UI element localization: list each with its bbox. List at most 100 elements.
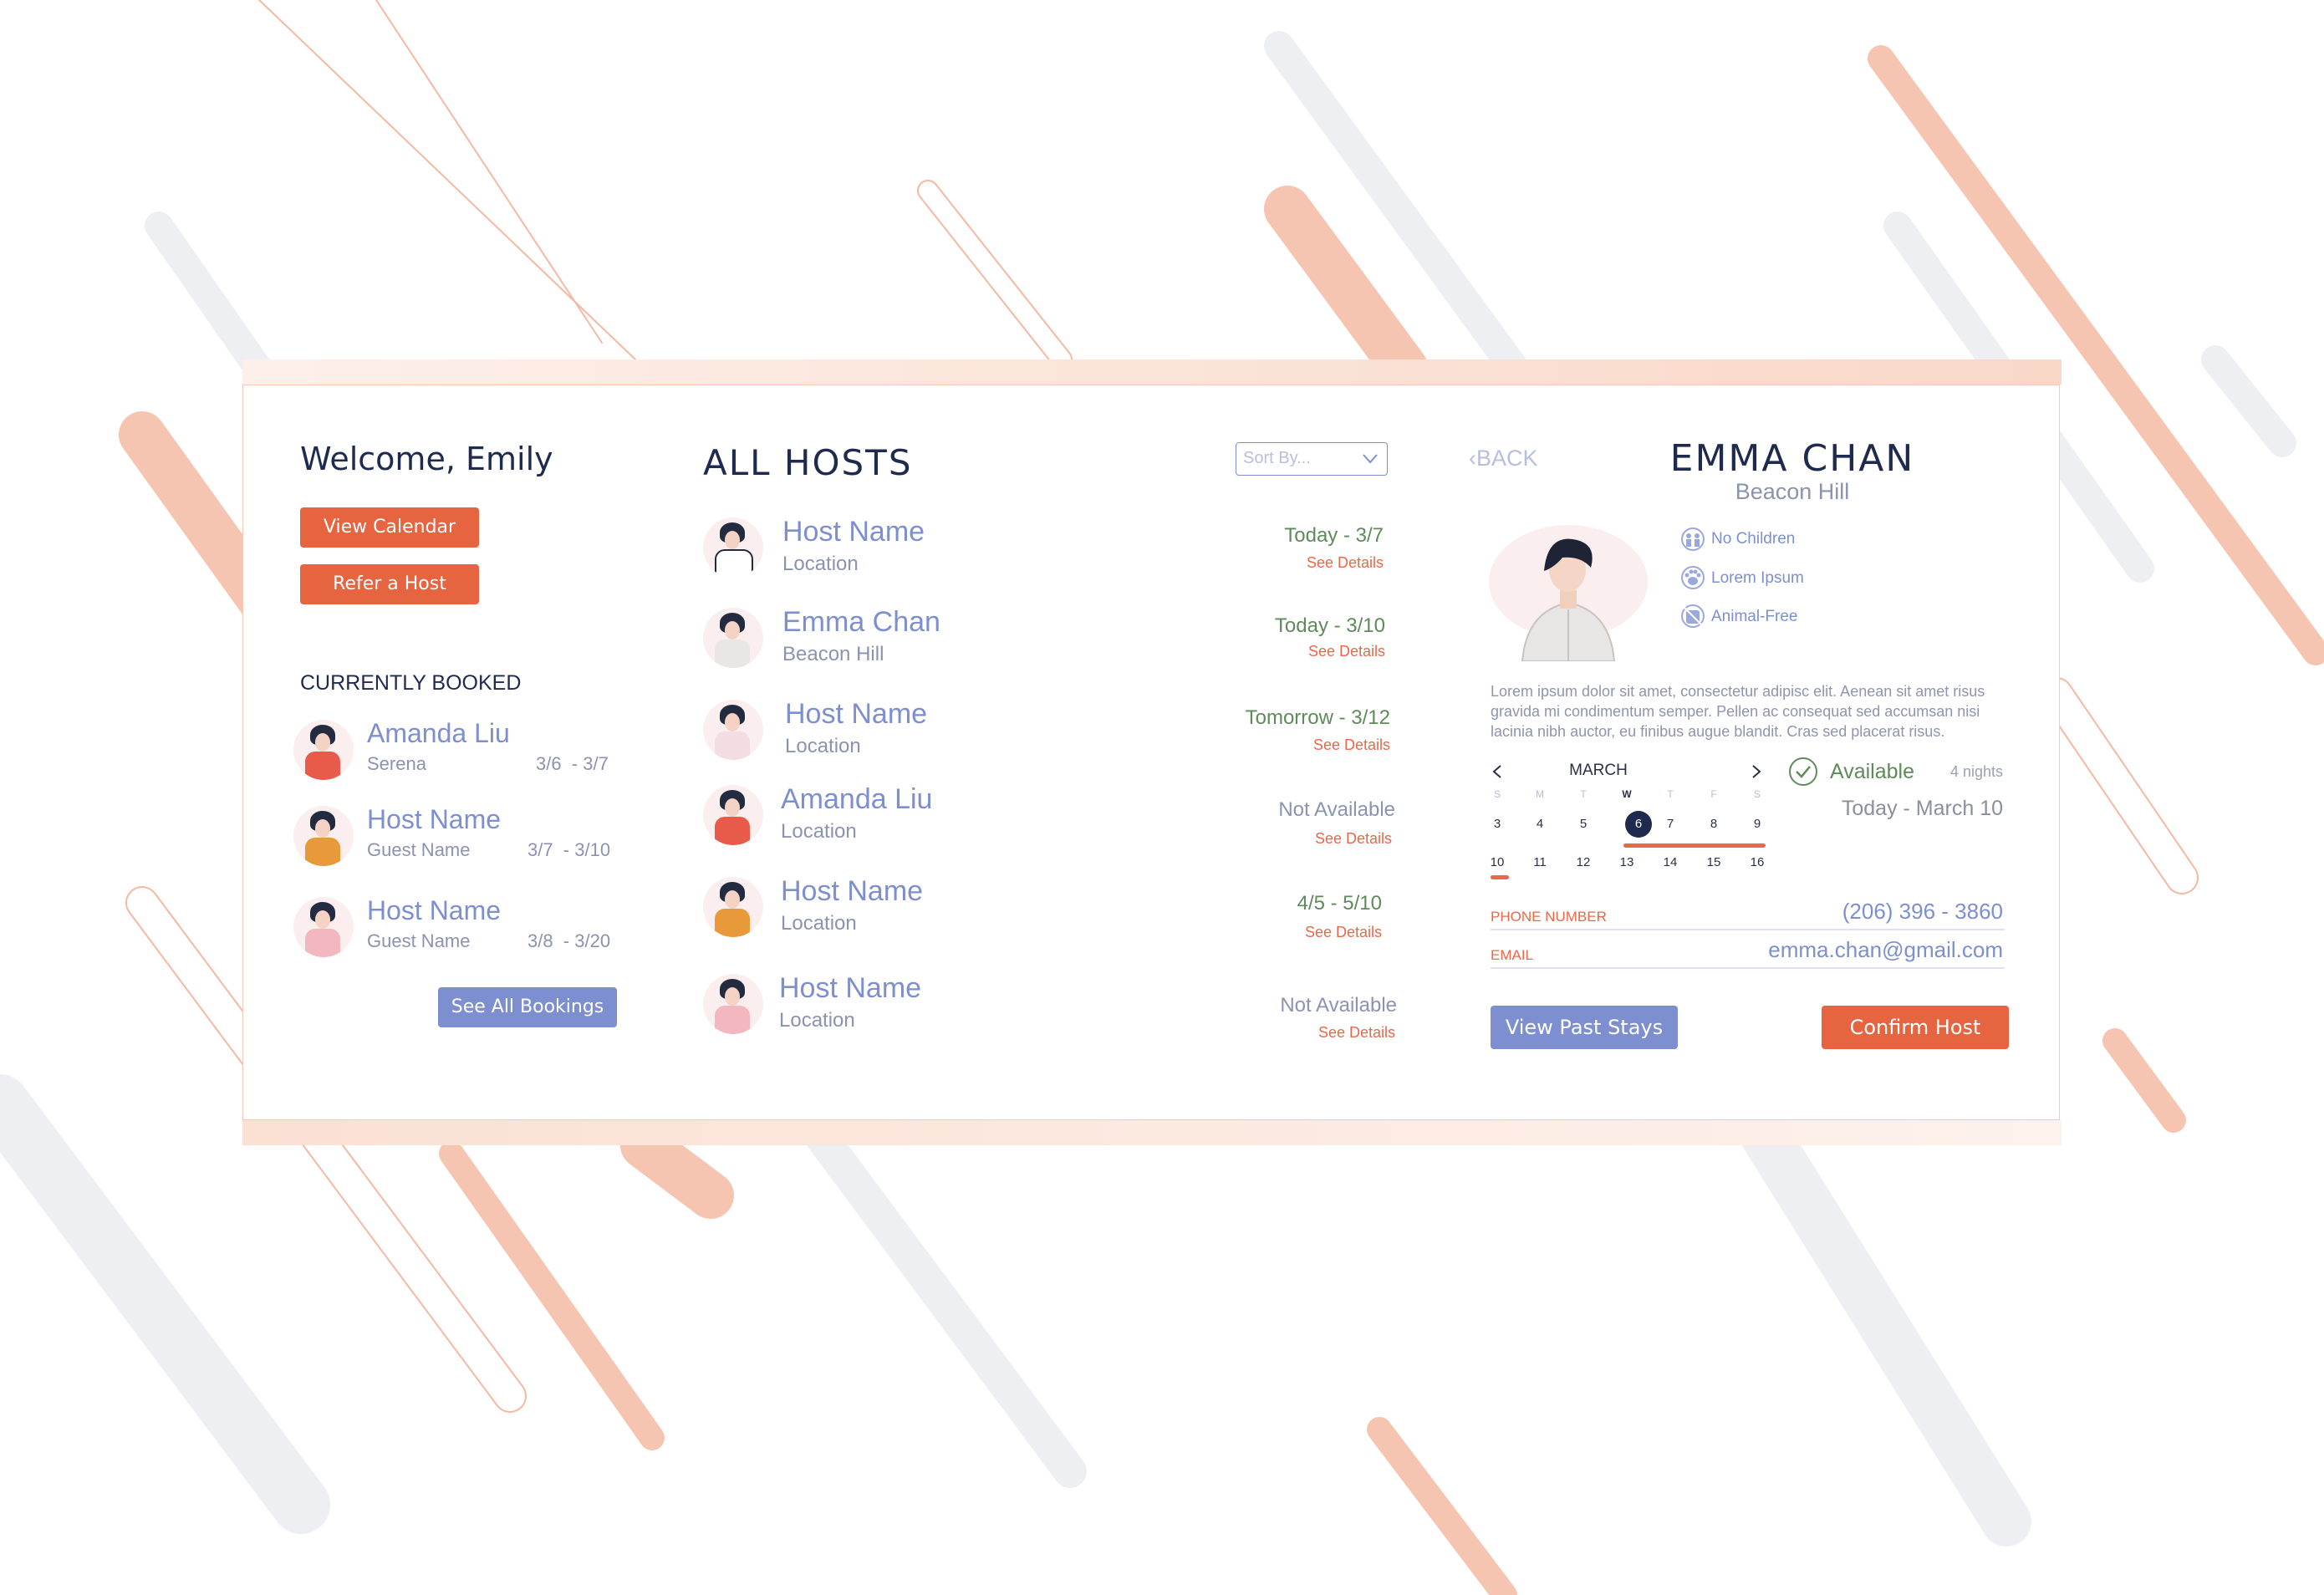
dashboard-panel: Welcome, Emily View Calendar Refer a Hos… xyxy=(242,359,2062,1145)
host-availability: 4/5 - 5/10 xyxy=(1297,892,1382,915)
avatar xyxy=(703,700,763,760)
calendar-weekday: M xyxy=(1536,788,1544,800)
confirm-host-button[interactable]: Confirm Host xyxy=(1822,1006,2009,1049)
host-name: Host Name xyxy=(781,875,924,907)
email-divider xyxy=(1491,967,2005,969)
availability-status: Available xyxy=(1830,760,1915,783)
booking-host-name: Host Name xyxy=(367,895,502,925)
email-label: EMAIL xyxy=(1491,947,1534,963)
host-bio: Lorem ipsum dolor sit amet, consectetur … xyxy=(1491,683,1985,740)
welcome-heading: Welcome, Emily xyxy=(300,441,553,477)
nights-count: 4 nights xyxy=(1949,763,2003,780)
calendar-month: MARCH xyxy=(1569,762,1628,779)
see-details-link[interactable]: See Details xyxy=(1305,924,1382,941)
host-location: Location xyxy=(782,553,859,575)
see-details-link[interactable]: See Details xyxy=(1308,643,1385,660)
calendar-day[interactable]: 5 xyxy=(1569,817,1598,831)
calendar-weekday: S xyxy=(1753,788,1761,800)
calendar-weekday: F xyxy=(1710,788,1717,800)
panel-top-strip xyxy=(242,359,2062,385)
calendar-day[interactable]: 10 xyxy=(1483,855,1511,869)
avatar xyxy=(703,785,763,845)
sort-dropdown[interactable]: Sort By... xyxy=(1236,442,1388,476)
booking-dates: 3/7 - 3/10 xyxy=(527,839,611,860)
host-availability: Today - 3/10 xyxy=(1274,614,1385,637)
calendar-weekday: T xyxy=(1667,788,1674,800)
booking-dates: 3/8 - 3/20 xyxy=(527,930,611,951)
calendar-day-selected[interactable]: 6 xyxy=(1624,817,1653,831)
host-location: Location xyxy=(785,735,861,757)
no-animals-icon xyxy=(1681,604,1705,628)
tag-label: Lorem Ipsum xyxy=(1711,569,1804,587)
calendar-weekday: W xyxy=(1622,788,1632,800)
check-circle-icon xyxy=(1789,757,1817,786)
host-availability: Not Available xyxy=(1280,994,1397,1017)
calendar-day[interactable]: 7 xyxy=(1656,817,1684,831)
calendar-day[interactable]: 13 xyxy=(1613,855,1641,869)
host-name: Host Name xyxy=(779,972,922,1004)
avatar xyxy=(703,608,763,668)
host-location: Location xyxy=(779,1009,855,1032)
host-availability: Today - 3/7 xyxy=(1284,524,1384,547)
avatar xyxy=(293,897,354,957)
chevron-left-icon[interactable] xyxy=(1491,763,1504,780)
see-details-link[interactable]: See Details xyxy=(1318,1024,1395,1042)
email-value: emma.chan@gmail.com xyxy=(1768,937,2003,962)
host-location: Location xyxy=(781,820,857,843)
booking-dates: 3/6 - 3/7 xyxy=(536,753,609,774)
tag-label: No Children xyxy=(1711,530,1796,548)
calendar-weekday: S xyxy=(1493,788,1501,800)
host-portrait xyxy=(1489,525,1648,661)
see-details-link[interactable]: See Details xyxy=(1313,736,1390,754)
back-link[interactable]: ‹BACK xyxy=(1469,446,1538,471)
host-availability: Tomorrow - 3/12 xyxy=(1245,706,1390,729)
chevron-right-icon[interactable] xyxy=(1750,763,1763,780)
see-all-bookings-button[interactable]: See All Bookings xyxy=(438,987,617,1027)
tag-label: Animal-Free xyxy=(1711,608,1798,625)
calendar-range-bar xyxy=(1623,843,1766,848)
refer-host-button[interactable]: Refer a Host xyxy=(300,564,479,604)
view-calendar-button[interactable]: View Calendar xyxy=(300,507,479,548)
back-label: BACK xyxy=(1476,446,1538,471)
host-name: Host Name xyxy=(782,516,925,548)
calendar-weekday: T xyxy=(1580,788,1587,800)
host-detail-location: Beacon Hill xyxy=(1735,479,1850,504)
booking-guest-name: Guest Name xyxy=(367,839,471,860)
see-details-link[interactable]: See Details xyxy=(1307,554,1384,572)
all-hosts-title: ALL HOSTS xyxy=(703,442,913,483)
sort-placeholder: Sort By... xyxy=(1243,449,1311,467)
view-past-stays-button[interactable]: View Past Stays xyxy=(1491,1006,1678,1049)
avatar xyxy=(703,877,763,937)
see-details-link[interactable]: See Details xyxy=(1315,830,1392,848)
host-name: Host Name xyxy=(785,698,928,730)
paw-icon xyxy=(1681,566,1705,589)
calendar-day[interactable]: 4 xyxy=(1526,817,1554,831)
phone-label: PHONE NUMBER xyxy=(1491,909,1607,925)
calendar-day[interactable]: 16 xyxy=(1743,855,1771,869)
host-detail-name: EMMA CHAN xyxy=(1669,437,1915,480)
calendar-day[interactable]: 14 xyxy=(1656,855,1684,869)
calendar-day[interactable]: 15 xyxy=(1700,855,1728,869)
calendar-day[interactable]: 12 xyxy=(1569,855,1598,869)
calendar-day[interactable]: 9 xyxy=(1743,817,1771,831)
no-children-icon xyxy=(1681,527,1705,551)
host-location: Location xyxy=(781,912,857,935)
booking-host-name: Amanda Liu xyxy=(367,718,510,748)
booking-guest-name: Serena xyxy=(367,753,426,774)
host-availability: Not Available xyxy=(1278,798,1395,821)
calendar-day[interactable]: 11 xyxy=(1526,855,1554,869)
panel-bottom-strip xyxy=(242,1120,2062,1145)
host-location: Beacon Hill xyxy=(782,643,884,665)
currently-booked-title: CURRENTLY BOOKED xyxy=(300,671,522,695)
calendar-day[interactable]: 3 xyxy=(1483,817,1511,831)
calendar-day[interactable]: 8 xyxy=(1700,817,1728,831)
host-name: Emma Chan xyxy=(782,606,940,638)
chevron-left-icon: ‹ xyxy=(1469,446,1476,471)
booking-host-name: Host Name xyxy=(367,804,502,834)
avatar xyxy=(703,517,763,578)
host-name: Amanda Liu xyxy=(781,783,933,815)
dashboard-card: Welcome, Emily View Calendar Refer a Hos… xyxy=(242,385,2060,1120)
phone-value: (206) 396 - 3860 xyxy=(1842,899,2003,924)
phone-divider xyxy=(1491,929,2005,930)
chevron-down-icon xyxy=(1363,454,1378,464)
